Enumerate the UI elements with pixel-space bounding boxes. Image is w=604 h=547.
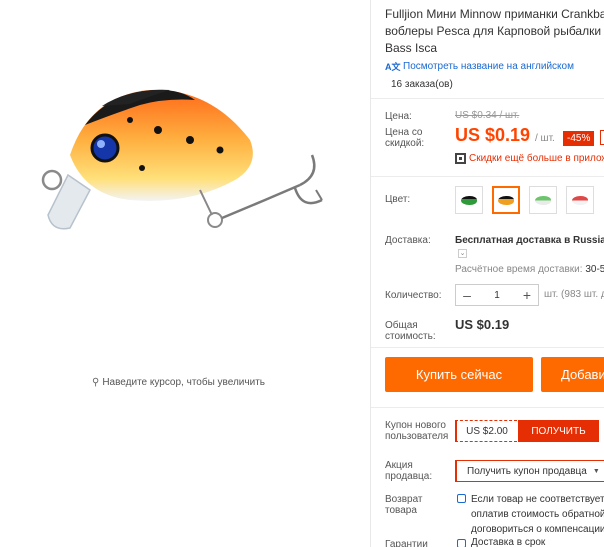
translate-link-text: Посмотреть название на английском <box>403 60 574 72</box>
zoom-hint: ⚲ Наведите курсор, чтобы увеличить <box>92 377 265 388</box>
magnifier-icon: ⚲ <box>92 377 100 388</box>
color-swatch-green-black[interactable] <box>455 186 483 214</box>
seller-promo-label: Акция продавца: <box>385 460 433 482</box>
app-discount-text: Скидки ещё больше в приложении <box>469 153 604 164</box>
product-title-line: Bass Isca <box>385 41 438 55</box>
guarantee-icon <box>457 539 466 547</box>
color-swatch-red-white[interactable] <box>566 186 594 214</box>
seller-coupon-text: Получить купон продавца <box>467 465 587 477</box>
total-price: US $0.19 <box>455 317 510 332</box>
divider <box>371 98 604 99</box>
product-gallery: ⚲ Наведите курсор, чтобы увеличить <box>0 0 370 547</box>
get-coupon-button[interactable]: ПОЛУЧИТЬ <box>518 420 599 442</box>
buy-now-button[interactable]: Купить сейчас <box>385 357 533 392</box>
sale-price: US $0.19 <box>455 125 531 145</box>
shipping-label: Доставка: <box>385 235 431 246</box>
returns-text-line: оплатив стоимость обратной доставки или <box>471 509 604 520</box>
quantity-label: Количество: <box>385 290 442 301</box>
shipping-dropdown-toggle[interactable]: ⌄ <box>458 249 467 258</box>
returns-label: Возврат товара <box>385 494 423 516</box>
translate-icon: A文 <box>385 62 401 72</box>
divider <box>371 347 604 348</box>
product-title-line: Fulljion Мини Minnow приманки Crankbait <box>385 7 604 21</box>
sale-price-label: Цена со скидкой: <box>385 127 425 149</box>
product-info-panel: Fulljion Мини Minnow приманки Crankbait … <box>371 0 604 547</box>
product-title-line: воблеры Pesca для Карповой рыбалки <box>385 24 602 38</box>
add-to-cart-button[interactable]: Добавить в корзину <box>541 357 604 392</box>
qr-code-icon <box>455 153 466 164</box>
color-label: Цвет: <box>385 194 411 205</box>
translate-link[interactable]: A文 Посмотреть название на английском <box>385 60 574 73</box>
returns-text-line: договориться о компенсации с продавцом <box>471 524 604 535</box>
discount-badge-outline <box>600 130 604 145</box>
product-title: Fulljion Мини Minnow приманки Crankbait … <box>385 6 604 57</box>
orders-count: 16 заказа(ов) <box>391 79 453 90</box>
guarantee-text: Доставка в срок <box>471 537 546 547</box>
returns-text-line: Если товар не соответствует описанию, <box>471 494 604 505</box>
quantity-decrease-button[interactable]: – <box>456 287 478 303</box>
divider <box>371 407 604 408</box>
shipping-method: Бесплатная доставка в Russian Federation <box>455 235 604 246</box>
product-image[interactable] <box>30 40 340 250</box>
price-label: Цена: <box>385 111 412 122</box>
quantity-increase-button[interactable]: + <box>516 287 538 303</box>
total-label: Общая стоимость: <box>385 320 436 342</box>
delivery-time-value: 30-52 дней <box>585 264 604 275</box>
discount-badge: -45% <box>563 131 595 146</box>
per-unit: / шт. <box>535 133 555 144</box>
new-user-coupon-value: US $2.00 <box>455 420 517 442</box>
delivery-time-label: Расчётное время доставки: <box>455 264 583 275</box>
dropdown-arrow-icon: ▼ <box>592 467 600 475</box>
app-discount-link[interactable]: Скидки ещё больше в приложении <box>455 153 604 164</box>
quantity-stepper: – 1 + <box>455 284 539 306</box>
delivery-time: Расчётное время доставки: 30-52 дней <box>455 264 604 275</box>
divider <box>371 176 604 177</box>
stock-available: шт. (983 шт. доступно) <box>544 289 604 300</box>
zoom-hint-text: Наведите курсор, чтобы увеличить <box>102 377 265 388</box>
guarantee-label: Гарантии <box>385 539 428 547</box>
new-user-coupon-label: Купон нового пользователя <box>385 420 449 442</box>
old-price: US $0.34 / шт. <box>455 110 520 121</box>
color-swatches <box>455 186 594 214</box>
color-swatch-orange-black[interactable] <box>492 186 520 214</box>
color-swatch-green-white[interactable] <box>529 186 557 214</box>
returns-icon <box>457 494 466 503</box>
returns-text: Если товар не соответствует описанию, оп… <box>471 492 604 537</box>
quantity-input[interactable]: 1 <box>478 290 516 301</box>
seller-coupon-dropdown[interactable]: Получить купон продавца ▼ <box>455 460 604 482</box>
